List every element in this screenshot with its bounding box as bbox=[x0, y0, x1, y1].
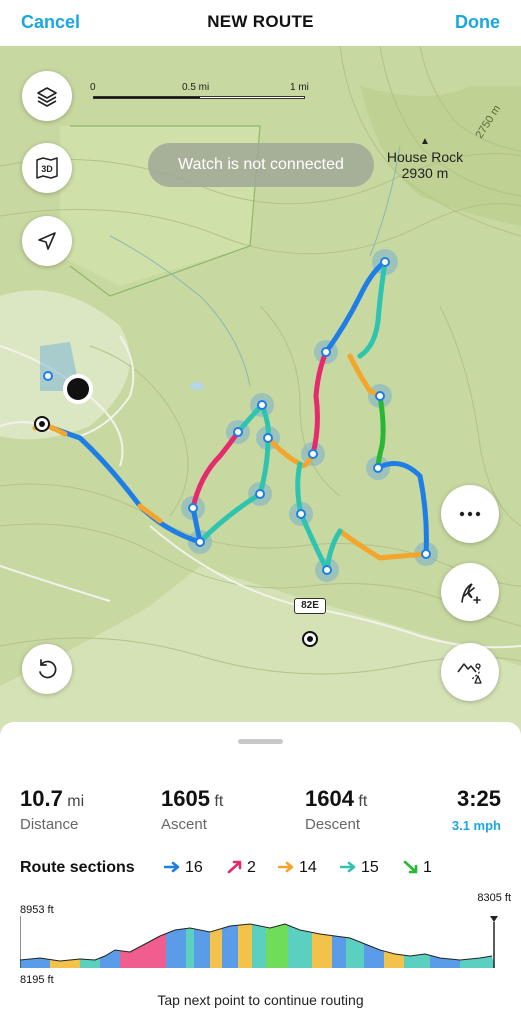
scale-bar: 0 0.5 mi 1 mi bbox=[90, 82, 312, 102]
more-button[interactable] bbox=[441, 485, 499, 543]
duration-value: 3:25 bbox=[456, 786, 501, 811]
route-sections-title: Route sections bbox=[20, 859, 135, 876]
section-blue-count: 16 bbox=[185, 859, 203, 876]
distance-value: 10.7 bbox=[20, 786, 63, 811]
terrain-routing-icon bbox=[457, 663, 482, 684]
elevation-profile[interactable] bbox=[20, 916, 502, 968]
svg-text:3D: 3D bbox=[41, 164, 53, 174]
done-button[interactable]: Done bbox=[455, 12, 500, 33]
route-sections: Route sections 16 2 14 15 1 bbox=[20, 858, 510, 880]
descent-label: Descent bbox=[305, 816, 361, 833]
map-view[interactable]: 0 0.5 mi 1 mi Watch is not connected ▲ H… bbox=[0, 46, 521, 736]
arrow-up-right-icon bbox=[227, 860, 242, 874]
profile-min-label: 8195 ft bbox=[20, 974, 54, 986]
section-green: 1 bbox=[402, 859, 432, 877]
scale-start-label: 0 bbox=[90, 82, 96, 93]
layers-button[interactable] bbox=[22, 71, 72, 121]
more-icon bbox=[459, 511, 481, 517]
scale-mid-label: 0.5 mi bbox=[182, 82, 210, 93]
distance-unit: mi bbox=[67, 793, 85, 810]
locate-button[interactable] bbox=[22, 216, 72, 266]
arrow-down-right-icon bbox=[403, 860, 418, 874]
routing-hint: Tap next point to continue routing bbox=[157, 992, 364, 1008]
terrain-routing-button[interactable] bbox=[441, 643, 499, 701]
top-bar: Cancel NEW ROUTE Done bbox=[0, 0, 521, 46]
peak-elevation: 2930 m bbox=[401, 165, 449, 181]
ascent-stat: 1605 ft Ascent bbox=[161, 786, 223, 833]
add-waypoint-button[interactable] bbox=[441, 563, 499, 621]
peak-icon: ▲ bbox=[420, 136, 430, 147]
section-pink: 2 bbox=[226, 859, 256, 877]
peak-name: House Rock bbox=[386, 149, 464, 165]
descent-value: 1604 bbox=[305, 786, 354, 811]
3d-view-button[interactable]: 3D bbox=[22, 143, 72, 193]
ascent-value: 1605 bbox=[161, 786, 210, 811]
profile-max-label: 8953 ft bbox=[20, 904, 54, 916]
peak-label: ▲ House Rock 2930 m bbox=[380, 136, 470, 181]
section-teal-count: 15 bbox=[361, 859, 379, 876]
section-orange: 14 bbox=[277, 859, 317, 877]
arrow-right-icon bbox=[339, 861, 356, 873]
distance-label: Distance bbox=[20, 816, 79, 833]
descent-stat: 1604 ft Descent bbox=[305, 786, 367, 833]
route-summary-sheet: 10.7 mi Distance 1605 ft Ascent 1604 ft … bbox=[0, 722, 521, 1024]
undo-icon bbox=[39, 659, 57, 679]
section-teal: 15 bbox=[339, 859, 379, 877]
undo-button[interactable] bbox=[22, 644, 72, 694]
duration-stat: 3:25 3.1 mph bbox=[452, 786, 501, 833]
ascent-label: Ascent bbox=[161, 816, 207, 833]
distance-stat: 10.7 mi Distance bbox=[20, 786, 84, 833]
arrow-right-icon bbox=[277, 861, 294, 873]
ascent-unit: ft bbox=[214, 793, 224, 810]
road-label: 82E bbox=[294, 598, 326, 614]
scale-end-label: 1 mi bbox=[290, 82, 309, 93]
add-waypoint-icon bbox=[461, 583, 481, 604]
sheet-drag-handle[interactable] bbox=[238, 739, 283, 744]
section-pink-count: 2 bbox=[247, 859, 256, 876]
scale-bar-line bbox=[93, 96, 305, 99]
profile-end-label: 8305 ft bbox=[477, 892, 511, 904]
section-blue: 16 bbox=[163, 859, 203, 877]
section-green-count: 1 bbox=[423, 859, 432, 876]
watch-status-banner: Watch is not connected bbox=[148, 143, 374, 187]
descent-unit: ft bbox=[358, 793, 368, 810]
3d-map-icon: 3D bbox=[36, 157, 58, 179]
section-orange-count: 14 bbox=[299, 859, 317, 876]
location-arrow-icon bbox=[38, 232, 56, 250]
page-title: NEW ROUTE bbox=[207, 12, 314, 31]
layers-icon bbox=[37, 87, 57, 107]
speed-value: 3.1 mph bbox=[451, 818, 501, 833]
arrow-right-icon bbox=[163, 861, 180, 873]
